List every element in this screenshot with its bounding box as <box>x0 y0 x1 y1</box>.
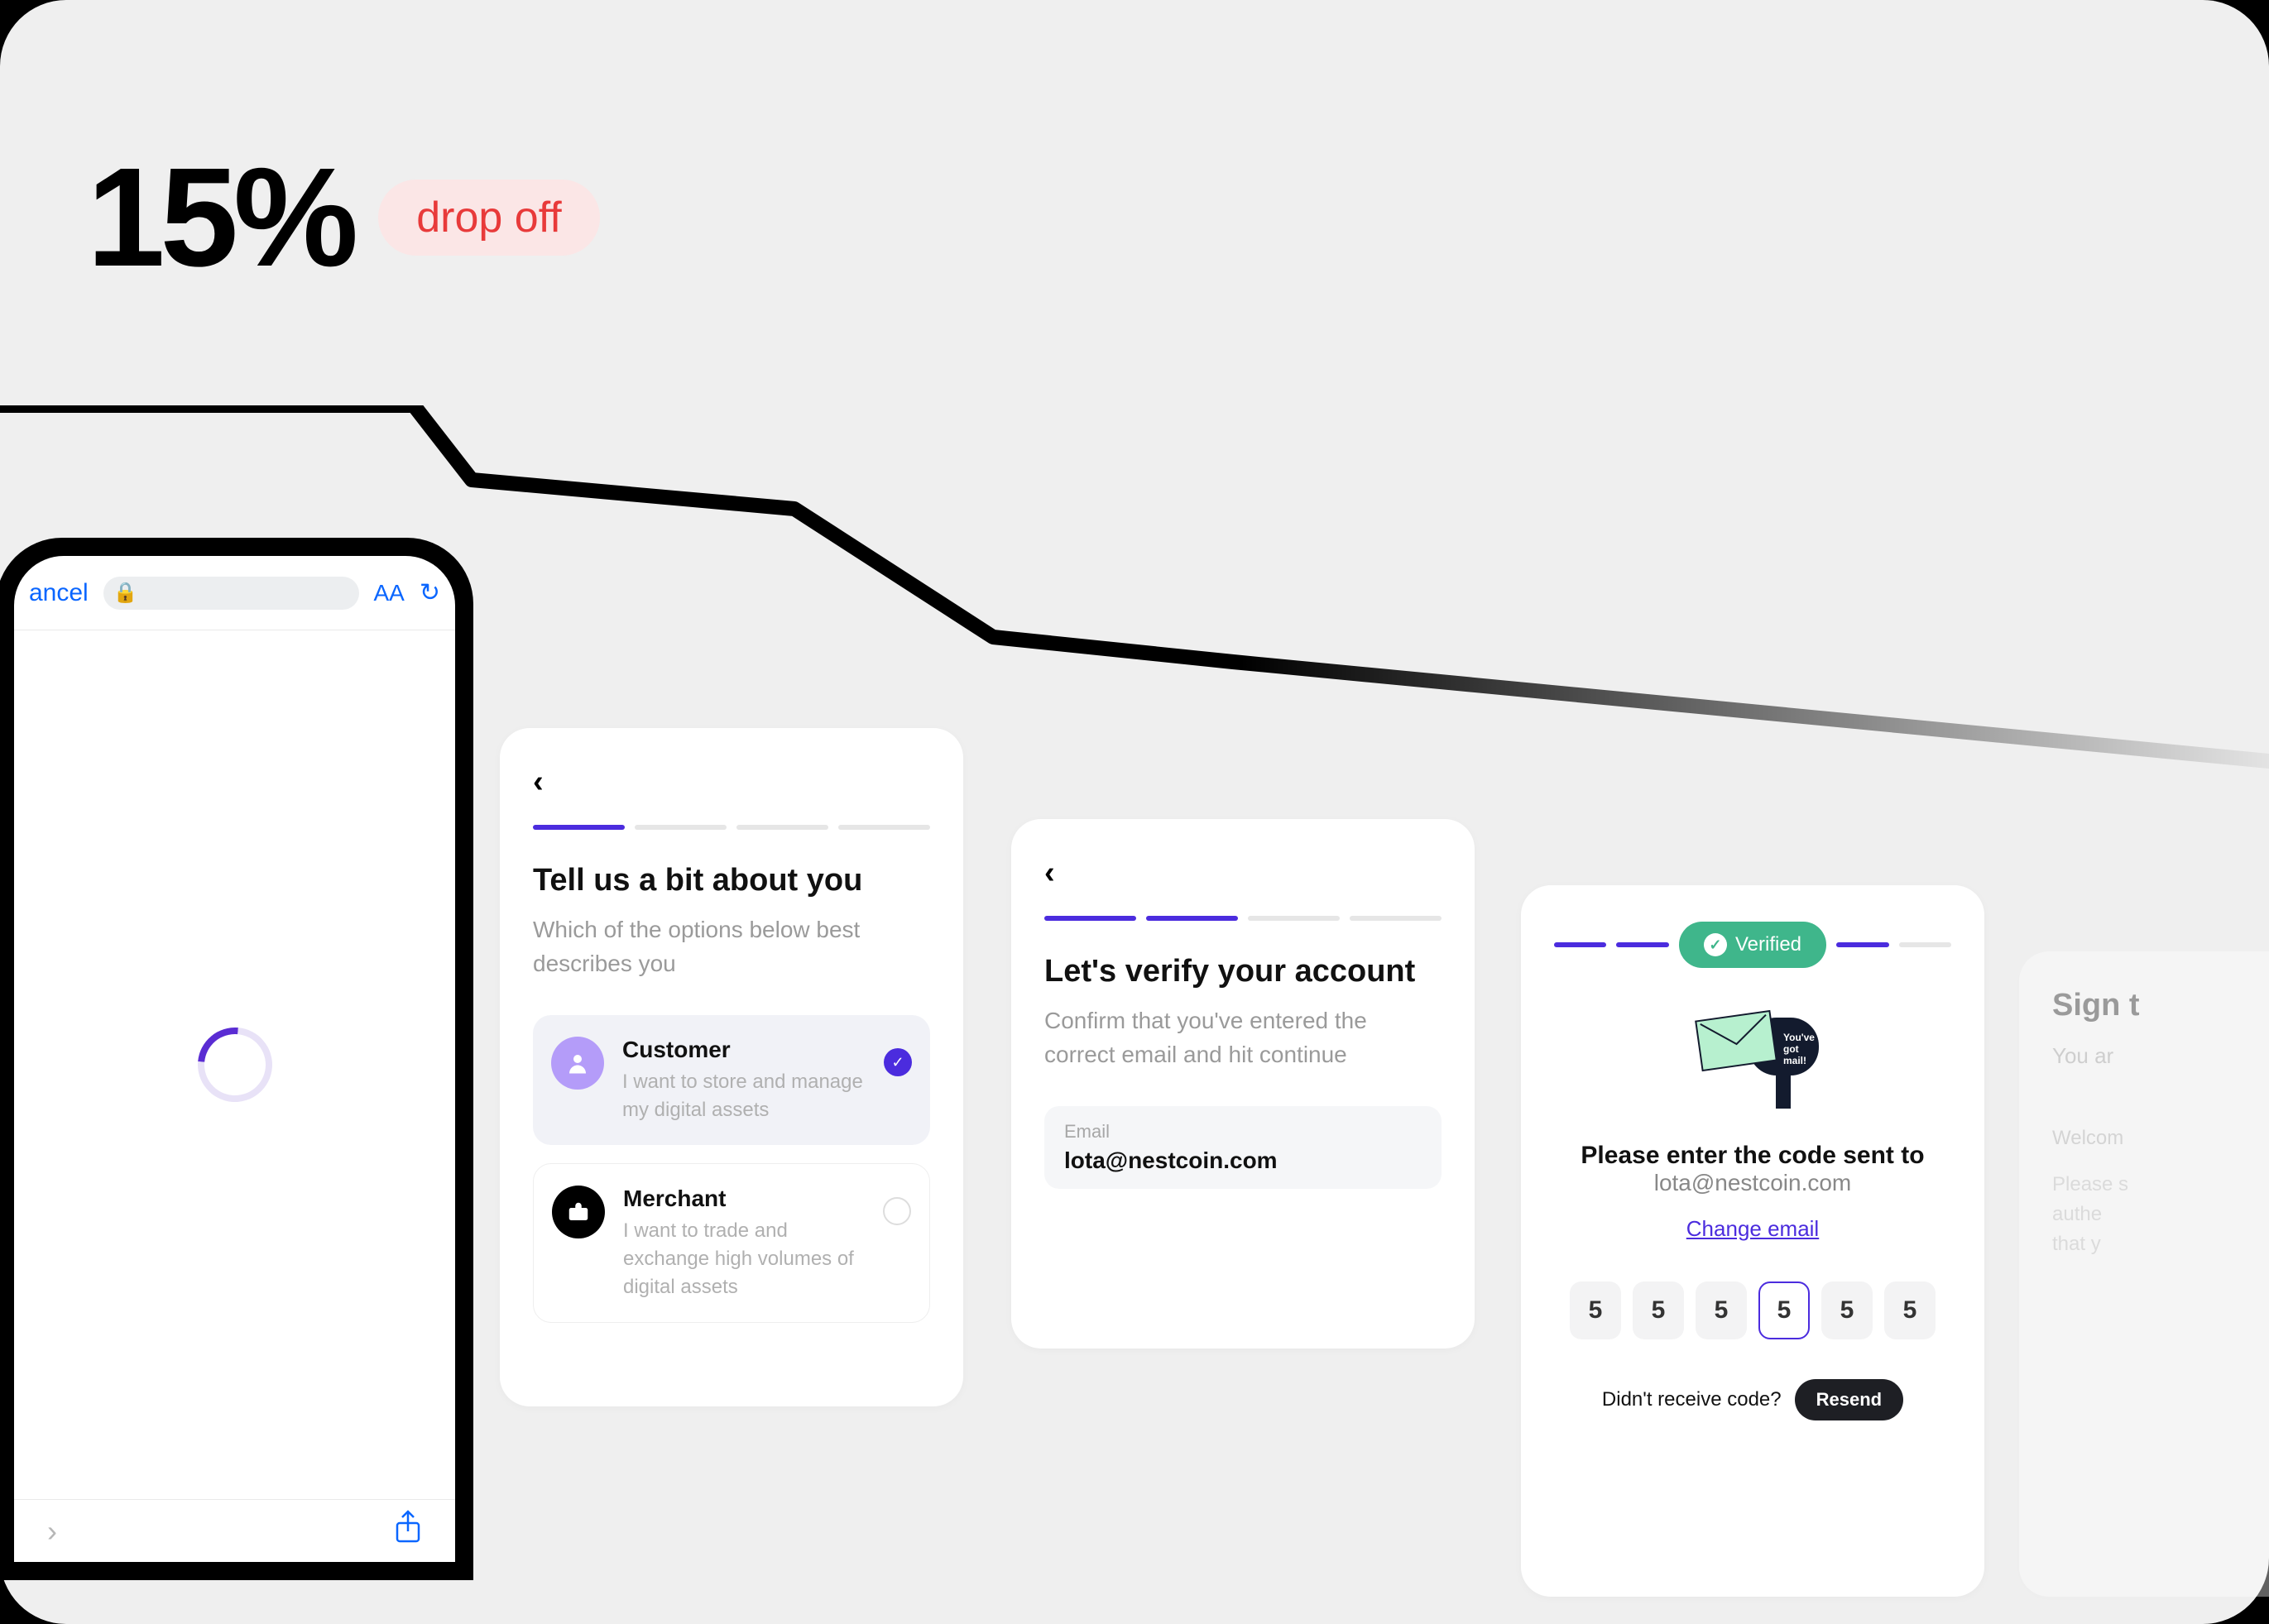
reload-icon[interactable]: ↻ <box>420 578 440 607</box>
code-email: lota@nestcoin.com <box>1554 1170 1951 1196</box>
cancel-button[interactable]: ancel <box>29 579 89 607</box>
email-value: lota@nestcoin.com <box>1064 1147 1422 1174</box>
phone-content-loading <box>14 630 455 1499</box>
option-desc: I want to trade and exchange high volume… <box>623 1217 865 1301</box>
text-size-button[interactable]: AA <box>374 580 405 606</box>
mailbox-icon: You've got mail! <box>1678 1001 1827 1117</box>
svg-text:You've: You've <box>1783 1032 1815 1043</box>
ghost-title: Sign t <box>2052 988 2269 1023</box>
radio-empty-icon <box>883 1197 911 1225</box>
option-desc: I want to store and manage my digital as… <box>622 1068 866 1123</box>
browser-toolbar: ancel 🔒 AA ↻ <box>14 556 455 630</box>
email-field[interactable]: Email lota@nestcoin.com <box>1044 1106 1442 1189</box>
check-icon: ✓ <box>884 1048 912 1076</box>
option-merchant[interactable]: Merchant I want to trade and exchange hi… <box>533 1163 930 1323</box>
back-icon[interactable]: ‹ <box>1044 855 1055 891</box>
ghost-welcome: Welcom <box>2052 1127 2269 1150</box>
canvas: 15% drop off ancel 🔒 AA ↻ › <box>0 0 2269 1624</box>
otp-digit[interactable]: 5 <box>1570 1281 1621 1339</box>
svg-text:mail!: mail! <box>1783 1055 1806 1066</box>
about-you-card: ‹ Tell us a bit about you Which of the o… <box>500 728 963 1406</box>
spinner-icon <box>182 1013 287 1118</box>
resend-button[interactable]: Resend <box>1795 1379 1903 1420</box>
otp-digit[interactable]: 5 <box>1696 1281 1747 1339</box>
change-email-link[interactable]: Change email <box>1554 1216 1951 1242</box>
phone-device-frame: ancel 🔒 AA ↻ › <box>0 538 473 1580</box>
verified-label: Verified <box>1735 933 1801 956</box>
ghost-line: You ar <box>2052 1043 2269 1069</box>
progress-bar <box>533 825 930 830</box>
resend-question: Didn't receive code? <box>1602 1388 1782 1411</box>
ghost-text: authe <box>2052 1200 2269 1229</box>
drop-off-percent: 15% <box>87 137 353 299</box>
forward-icon[interactable]: › <box>47 1514 57 1549</box>
verified-badge: ✓ Verified <box>1679 922 1826 968</box>
option-customer[interactable]: Customer I want to store and manage my d… <box>533 1015 930 1145</box>
phone-screen: ancel 🔒 AA ↻ › <box>14 556 455 1562</box>
code-heading: Please enter the code sent to <box>1554 1142 1951 1170</box>
otp-digit-active[interactable]: 5 <box>1758 1281 1810 1339</box>
option-title: Customer <box>622 1037 866 1063</box>
card-title: Tell us a bit about you <box>533 863 930 898</box>
check-circle-icon: ✓ <box>1704 933 1727 956</box>
browser-bottom-bar: › <box>14 1499 455 1562</box>
ghost-text: Please s <box>2052 1170 2269 1200</box>
email-label: Email <box>1064 1121 1422 1143</box>
card-title: Let's verify your account <box>1044 954 1442 989</box>
progress-bar-with-badge: ✓ Verified <box>1554 922 1951 968</box>
card-subtitle: Which of the options below best describe… <box>533 913 930 980</box>
ghost-text: that y <box>2052 1229 2269 1259</box>
otp-input-row: 5 5 5 5 5 5 <box>1554 1281 1951 1339</box>
drop-off-stat: 15% drop off <box>87 137 600 299</box>
otp-digit[interactable]: 5 <box>1633 1281 1684 1339</box>
share-icon[interactable] <box>394 1510 422 1552</box>
svg-text:got: got <box>1783 1043 1799 1055</box>
person-icon <box>551 1037 604 1090</box>
drop-off-badge: drop off <box>378 180 599 256</box>
enter-code-card: ✓ Verified You've got mail! Please enter… <box>1521 885 1984 1597</box>
otp-digit[interactable]: 5 <box>1884 1281 1936 1339</box>
url-bar[interactable]: 🔒 <box>103 577 359 610</box>
lock-icon: 🔒 <box>113 581 138 605</box>
verify-account-card: ‹ Let's verify your account Confirm that… <box>1011 819 1475 1349</box>
progress-bar <box>1044 916 1442 921</box>
otp-digit[interactable]: 5 <box>1821 1281 1873 1339</box>
card-subtitle: Confirm that you've entered the correct … <box>1044 1004 1442 1071</box>
resend-row: Didn't receive code? Resend <box>1554 1379 1951 1420</box>
option-title: Merchant <box>623 1186 865 1212</box>
back-icon[interactable]: ‹ <box>533 764 544 800</box>
briefcase-icon <box>552 1186 605 1238</box>
sign-card-ghost: Sign t You ar Welcom Please s authe that… <box>2019 951 2269 1597</box>
